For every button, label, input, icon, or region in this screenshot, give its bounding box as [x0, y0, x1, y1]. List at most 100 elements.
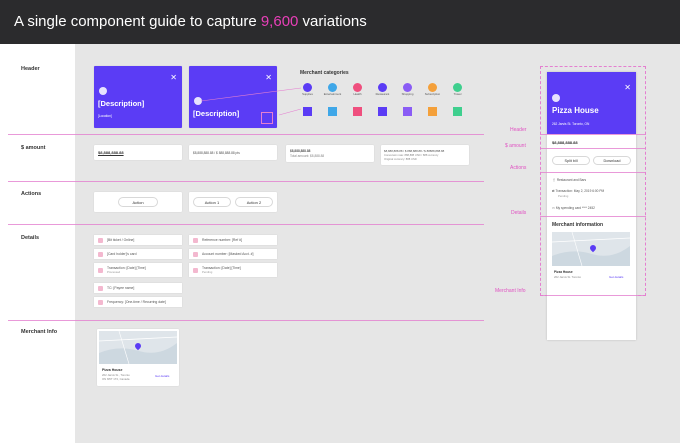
detail-icon [193, 267, 198, 273]
detail-status: Pending [558, 194, 569, 198]
detail-icon [98, 237, 103, 243]
detail-row: Reference number: [Ref #] [189, 235, 277, 245]
merchant-card: Pizza House 262 Jarvis St., Toronto ON M… [97, 329, 179, 386]
phone-address: 262 Jarvis St. Toronto, ON [552, 122, 590, 126]
close-icon[interactable]: ✕ [170, 73, 177, 82]
action-2-button[interactable]: Action 2 [235, 197, 273, 207]
merchant-info-title: Merchant information [552, 222, 604, 228]
divider-line [8, 320, 484, 321]
phone-header: ✕ Pizza House 262 Jarvis St. Toronto, ON [547, 72, 636, 134]
phone-amount: $8,888,888.88 [552, 140, 578, 145]
phone-title: Pizza House [552, 106, 599, 115]
annotation-line [540, 295, 646, 296]
swatch-health [353, 107, 362, 116]
detail-row: TC: [Payee name] [94, 283, 182, 293]
close-icon[interactable]: ✕ [624, 83, 631, 92]
amount-card-1: $8,888,888.88 [94, 145, 182, 160]
left-panel [0, 44, 75, 443]
amount-value: $8,888,888.88 [98, 150, 124, 155]
swatch-restaurant [378, 107, 387, 116]
pointer-lines [200, 87, 302, 116]
section-label-details: Details [21, 235, 40, 241]
annotation-actions: Actions [510, 165, 527, 171]
split-bill-button[interactable]: Split bill [552, 156, 590, 165]
detail-row: Transaction: [Date] [Time] Pending [189, 263, 277, 277]
amount-card-3: $8,888,888.88 Total amount: $8,888.88 [286, 145, 374, 162]
amount-value: $8,888,888.88 / $ 888,888.88 / $ 88888,8… [384, 149, 445, 153]
divider-line [8, 224, 484, 225]
detail-row: Account number: [Masked Acct. #] [189, 249, 277, 259]
categories-title: Merchant categories [300, 70, 349, 76]
section-label-header: Header [21, 66, 40, 72]
actions-card-1: Action [94, 192, 182, 212]
amount-card-2: $8,888,888.88 / $ 888,888.88 pts [189, 145, 277, 160]
section-label-amount: $ amount [21, 145, 46, 151]
amount-card-4: $8,888,888.88 / $ 888,888.88 / $ 88888,8… [381, 145, 469, 165]
supplies-icon [303, 83, 312, 92]
phone-screen: ✕ Pizza House 262 Jarvis St. Toronto, ON… [547, 72, 636, 340]
annotation-line [540, 172, 646, 173]
annotation-merchant: Merchant Info [495, 288, 526, 294]
get-details-link[interactable]: Get details [155, 374, 169, 378]
swatch-travel [453, 107, 462, 116]
download-button[interactable]: Download [593, 156, 631, 165]
subscription-icon [428, 83, 437, 92]
category-item: Subscription [425, 83, 440, 96]
merchant-name: Pizza House [102, 368, 123, 372]
category-item: Travel [452, 83, 463, 96]
annotation-amount: $ amount [505, 143, 526, 149]
phone-map[interactable] [552, 232, 630, 266]
divider-line [8, 134, 484, 135]
category-item: Entertainment [324, 83, 341, 96]
annotation-line [540, 134, 646, 135]
amount-value: $8,888,888.88 [290, 149, 311, 153]
amount-subtext: Conversion rate: 888,888 USD / 888 curre… [384, 154, 439, 157]
detail-icon [193, 237, 198, 243]
health-icon [353, 83, 362, 92]
category-item: Shopping [402, 83, 413, 96]
amount-subtext: Original currency: 888 USD [384, 158, 417, 161]
annotation-line [540, 216, 646, 217]
phone-merchant-name: Pizza House [554, 270, 573, 274]
action-button[interactable]: Action [118, 197, 158, 207]
swatch-subscription [428, 107, 437, 116]
category-icon [99, 87, 107, 95]
section-label-actions: Actions [21, 191, 42, 197]
page-title: A single component guide to capture 9,60… [14, 13, 367, 30]
map[interactable] [99, 331, 177, 364]
phone-get-details-link[interactable]: Get details [609, 275, 623, 279]
category-item: Health [352, 83, 363, 96]
header-card-1: ✕ [Description] [Location] [94, 66, 182, 128]
detail-row: [Bit ticket / Online] [94, 235, 182, 245]
amount-subtext: Total amount: $8,888.88 [290, 154, 325, 158]
restaurant-icon [552, 94, 560, 102]
restaurant-icon [378, 83, 387, 92]
detail-icon [98, 299, 103, 305]
detail-icon [193, 251, 198, 257]
annotation-header: Header [510, 127, 527, 133]
detail-icon [98, 251, 103, 257]
category-item: Restaurant [376, 83, 389, 96]
category-swatch-row [303, 107, 462, 116]
amount-value: $8,888,888.88 / $ 888,888.88 pts [193, 151, 240, 155]
action-1-button[interactable]: Action 1 [193, 197, 231, 207]
detail-icon [98, 285, 103, 291]
detail-card: ▭ My spending card **** 2452 [552, 206, 595, 210]
detail-row: [Card holder]'s card [94, 249, 182, 259]
detail-icon [98, 267, 103, 273]
swatch-supplies [303, 107, 312, 116]
annotation-details: Details [511, 210, 527, 216]
category-row: Supplies Entertainment Health Restaurant… [302, 83, 463, 96]
swatch-shopping [403, 107, 412, 116]
detail-row: Frequency: [One-time / Recurring date] [94, 297, 182, 307]
merchant-address: ON M5T 1T2, Canada [102, 377, 130, 381]
swatch-entertainment [328, 107, 337, 116]
annotation-line [540, 148, 646, 149]
header-description: [Description] [98, 99, 145, 108]
shopping-icon [403, 83, 412, 92]
divider-line [8, 181, 484, 182]
travel-icon [453, 83, 462, 92]
detail-category: 🍴 Restaurant and Bars [552, 178, 587, 182]
detail-transaction: ⇄ Transaction: May 2, 2019 6:00 PM [552, 189, 605, 193]
category-item: Supplies [302, 83, 313, 96]
